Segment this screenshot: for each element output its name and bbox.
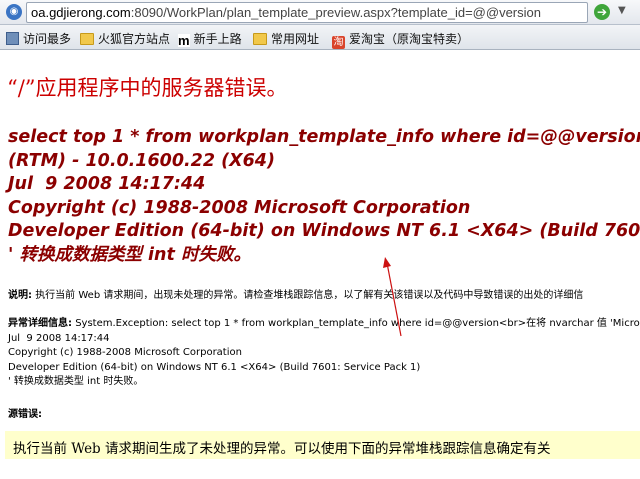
taobao-icon: 淘: [332, 36, 345, 49]
bookmark-label: 爱淘宝（原淘宝特卖）: [349, 32, 470, 46]
description-text: 执行当前 Web 请求期间，出现未处理的异常。请检查堆栈跟踪信息，以了解有关该错…: [35, 290, 584, 301]
exception-line: Jul 9 2008 14:17:44: [8, 332, 110, 344]
exception-line: Copyright (c) 1988-2008 Microsoft Corpor…: [8, 347, 242, 358]
go-arrow-icon[interactable]: ➔: [594, 4, 610, 20]
error-heading-line: Copyright (c) 1988-2008 Microsoft Corpor…: [8, 197, 471, 218]
bookmark-label: 新手上路: [193, 32, 242, 46]
error-heading-line: Jul 9 2008 14:17:44: [8, 174, 206, 194]
bookmark-ai-taobao[interactable]: 淘爱淘宝（原淘宝特卖）: [332, 30, 469, 49]
source-error-label: 源错误:: [8, 405, 42, 420]
error-heading-line: Developer Edition (64-bit) on Windows NT…: [8, 221, 640, 241]
address-bar: ◉ oa.gdjierong.com:8090/WorkPlan/plan_te…: [0, 0, 640, 25]
error-description: 说明: 执行当前 Web 请求期间，出现未处理的异常。请检查堆栈跟踪信息，以了解…: [8, 286, 583, 301]
bookmark-firefox-site[interactable]: 火狐官方站点: [80, 30, 170, 47]
source-error-text: 执行当前 Web 请求期间生成了未处理的异常。可以使用下面的异常堆栈跟踪信息确定…: [13, 441, 551, 457]
description-label: 说明:: [8, 290, 32, 301]
bookmark-label: 火狐官方站点: [98, 32, 171, 46]
exception-details: 异常详细信息: System.Exception: select top 1 *…: [8, 317, 640, 390]
folder-icon: [253, 33, 267, 45]
bookmarks-icon: [6, 32, 19, 45]
error-heading-line: ' 转换成数据类型 int 时失败。: [8, 244, 251, 265]
site-favicon-icon: ◉: [6, 4, 22, 20]
bookmark-common-sites[interactable]: 常用网址: [253, 30, 319, 47]
exception-line: Developer Edition (64-bit) on Windows NT…: [8, 361, 421, 373]
exception-line: System.Exception: select top 1 * from wo…: [75, 318, 640, 329]
error-heading-line: (RTM) - 10.0.1600.22 (X64): [8, 150, 275, 171]
m-logo-icon: m: [178, 33, 190, 48]
url-host: oa.gdjierong.com: [31, 5, 131, 20]
bookmark-getting-started[interactable]: m 新手上路: [178, 30, 242, 47]
bookmarks-toolbar: 访问最多 火狐官方站点 m 新手上路 常用网址 淘爱淘宝（原淘宝特卖）: [0, 25, 640, 50]
folder-icon: [80, 33, 94, 45]
page-title: “/”应用程序中的服务器错误。: [7, 76, 288, 100]
exception-label: 异常详细信息:: [8, 318, 72, 329]
chevron-down-icon[interactable]: ▼: [618, 5, 626, 16]
bookmark-label: 常用网址: [271, 32, 320, 46]
source-label: 源错误:: [8, 409, 42, 420]
error-heading-line: select top 1 * from workplan_template_in…: [8, 127, 640, 147]
url-path: :8090/WorkPlan/plan_template_preview.asp…: [130, 5, 541, 20]
bookmark-most-visited[interactable]: 访问最多: [6, 30, 71, 47]
page-content: “/”应用程序中的服务器错误。 select top 1 * from work…: [0, 50, 640, 479]
error-heading: select top 1 * from workplan_template_in…: [8, 126, 640, 267]
url-input[interactable]: oa.gdjierong.com:8090/WorkPlan/plan_temp…: [26, 2, 588, 23]
source-error-box: 执行当前 Web 请求期间生成了未处理的异常。可以使用下面的异常堆栈跟踪信息确定…: [5, 431, 640, 459]
exception-line: ' 转换成数据类型 int 时失败。: [8, 376, 144, 387]
bookmark-label: 访问最多: [23, 32, 72, 46]
